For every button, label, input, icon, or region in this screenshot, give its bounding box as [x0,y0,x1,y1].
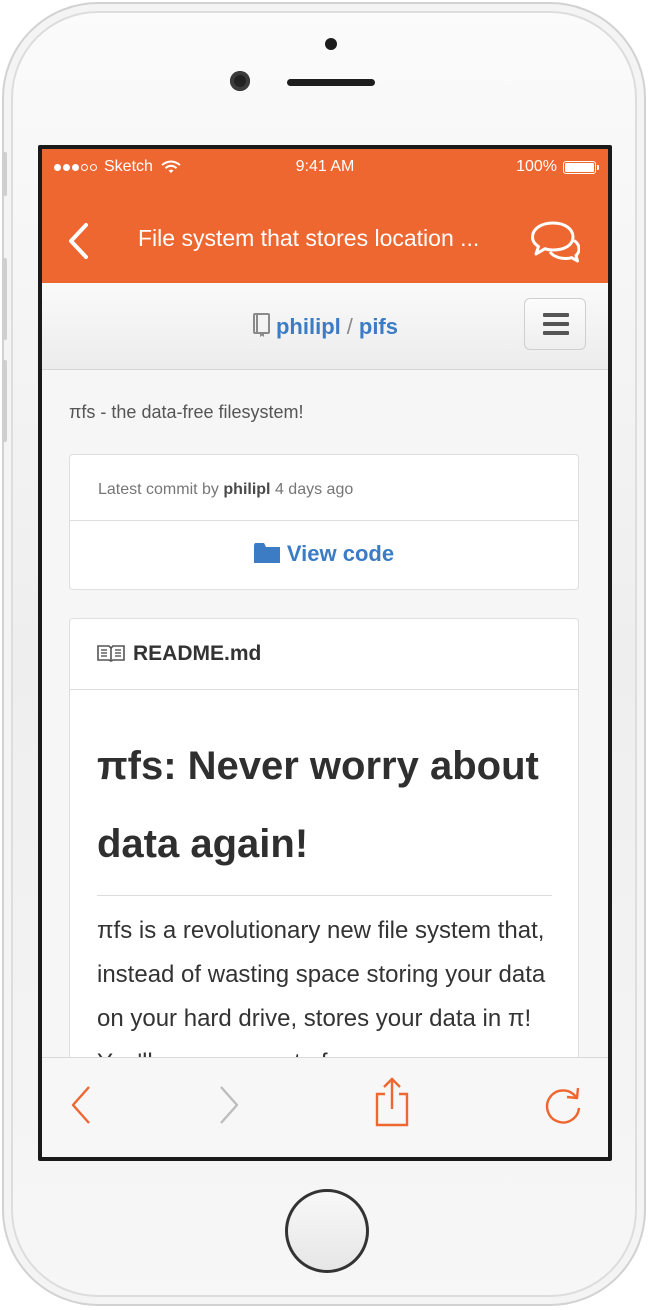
repo-name-link[interactable]: pifs [359,314,398,339]
back-arrow-icon[interactable] [68,1084,94,1126]
volume-down-button [2,360,7,442]
volume-up-button [2,258,7,340]
commit-card: Latest commit by philipl 4 days ago View… [69,454,579,590]
screen: Sketch 9:41 AM 100% File system that sto… [38,145,612,1161]
menu-button[interactable] [524,298,586,350]
bottom-toolbar [42,1057,608,1157]
refresh-icon[interactable] [542,1086,584,1128]
earpiece-speaker [287,79,375,86]
share-icon[interactable] [372,1076,412,1128]
commit-age: 4 days ago [274,481,354,498]
repository-bar: philipl / pifs [42,283,608,370]
home-button[interactable] [285,1189,369,1273]
app-display: Sketch 9:41 AM 100% File system that sto… [42,149,608,1157]
readme-heading: πfs: Never worry about data again! [97,727,552,896]
latest-commit[interactable]: Latest commit by philipl 4 days ago [70,455,578,521]
proximity-sensor [325,38,337,50]
book-icon [252,313,270,337]
forward-arrow-icon[interactable] [216,1084,242,1126]
view-code-label: View code [286,541,395,566]
mute-switch [2,152,7,196]
breadcrumb-separator: / [346,314,353,339]
open-book-icon [97,645,125,662]
navigation-bar: File system that stores location ... [42,189,608,283]
header: Sketch 9:41 AM 100% File system that sto… [42,149,608,283]
battery-percentage: 100% [516,158,557,175]
chevron-left-icon[interactable] [64,221,94,261]
commit-author: philipl [223,481,271,498]
readme-filename: README.md [133,642,262,665]
repo-owner-link[interactable]: philipl [276,314,341,339]
readme-header: README.md [70,619,578,690]
battery-icon [563,160,599,174]
speech-bubbles-icon[interactable] [528,219,580,265]
status-bar: Sketch 9:41 AM 100% [42,149,608,189]
folder-icon [253,543,280,563]
commit-prefix: Latest commit by [98,481,219,498]
front-camera [230,71,250,91]
page-title: File system that stores location ... [138,225,480,251]
view-code-button[interactable]: View code [70,521,578,589]
repo-description: πfs - the data-free filesystem! [69,402,304,422]
